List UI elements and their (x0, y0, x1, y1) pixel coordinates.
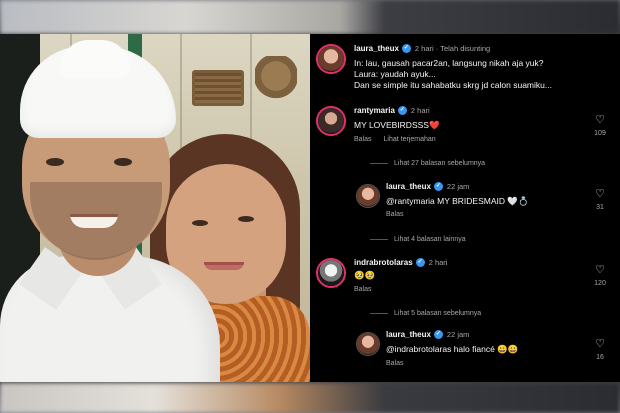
comment-text-line: In: lau, gausah pacar2an, langsung nikah… (354, 58, 544, 68)
woman-eye (192, 220, 208, 226)
translate-button[interactable]: Lihat terjemahan (384, 136, 436, 143)
woman-smile (204, 262, 244, 270)
comment-text: @rantymaria MY BRIDESMAID 🤍💍 (386, 196, 529, 206)
view-more-replies-button[interactable]: Lihat 4 balasan lainnya (370, 236, 466, 243)
avatar[interactable] (356, 184, 380, 208)
view-replies-button[interactable]: Lihat 5 balasan sebelumnya (370, 310, 481, 317)
screenshot-frame: laura_theux ✓ 2 hari · Telah disunting In:… (0, 0, 620, 413)
comment-text-line: Laura: yaudah ayuk... (354, 69, 436, 79)
comment-username[interactable]: laura_theux ✓ 22 jam (386, 182, 470, 192)
woman-eye (238, 216, 254, 222)
heart-icon[interactable]: ♡ (588, 338, 612, 350)
view-replies-button[interactable]: Lihat 27 balasan sebelumnya (370, 160, 485, 167)
verified-icon: ✓ (433, 330, 443, 340)
photo-hanging-decoration (255, 56, 297, 106)
comment-actions: Balas Lihat terjemahan (354, 136, 448, 143)
verified-icon: ✓ (397, 106, 407, 116)
heart-icon[interactable]: ♡ (588, 114, 612, 126)
comment-meta: 22 jam (446, 330, 470, 339)
verified-icon: ✓ (415, 258, 425, 268)
reply-button[interactable]: Balas (386, 211, 404, 218)
comment-text: MY LOVEBIRDSSS❤️ (354, 120, 440, 130)
comment-actions: Balas (386, 360, 416, 367)
photo-wall-decoration (192, 70, 244, 106)
comment-meta: 2 hari (410, 106, 430, 115)
avatar[interactable] (356, 332, 380, 356)
reply-button[interactable]: Balas (354, 286, 372, 293)
man-udeng-fold (60, 40, 130, 78)
comment-username[interactable]: indrabrotolaras ✓ 2 hari (354, 258, 448, 268)
man-eye (114, 158, 132, 166)
comment-meta: 22 jam (446, 182, 470, 191)
blurred-background-bottom (0, 383, 620, 413)
like-control[interactable]: ♡ 109 (588, 114, 612, 137)
like-count: 109 (594, 130, 606, 137)
heart-icon[interactable]: ♡ (588, 264, 612, 276)
like-control[interactable]: ♡ 31 (588, 188, 612, 211)
comments-panel: laura_theux ✓ 2 hari · Telah disunting In:… (310, 34, 620, 382)
comment-meta: 2 hari (428, 258, 448, 267)
avatar[interactable] (316, 258, 346, 288)
comment-text-line: Dan se simple itu sahabatku skrg jd calo… (354, 80, 552, 90)
verified-icon: ✓ (433, 182, 443, 192)
comment-username[interactable]: laura_theux ✓ 22 jam (386, 330, 470, 340)
man-smile (70, 214, 118, 228)
comment-actions: Balas (386, 211, 416, 218)
comment-actions: Balas (354, 286, 384, 293)
reply-button[interactable]: Balas (386, 360, 404, 367)
comment-meta: 2 hari · Telah disunting (414, 44, 491, 53)
blurred-background-top (0, 0, 620, 34)
like-count: 120 (594, 280, 606, 287)
like-control[interactable]: ♡ 120 (588, 264, 612, 287)
avatar[interactable] (316, 44, 346, 74)
comment-text: 🥹🥹 (354, 270, 376, 280)
comment-username[interactable]: rantymaria ✓ 2 hari (354, 106, 430, 116)
verified-icon: ✓ (401, 44, 411, 54)
like-count: 16 (596, 354, 604, 361)
like-count: 31 (596, 204, 604, 211)
comment-username[interactable]: laura_theux ✓ 2 hari · Telah disunting (354, 44, 491, 54)
reply-button[interactable]: Balas (354, 136, 372, 143)
couple-photo (0, 34, 310, 382)
comment-text: @indrabrotolaras halo fiancé 😀😀 (386, 344, 519, 354)
heart-icon[interactable]: ♡ (588, 188, 612, 200)
avatar[interactable] (316, 106, 346, 136)
like-control[interactable]: ♡ 16 (588, 338, 612, 361)
man-eye (46, 158, 64, 166)
